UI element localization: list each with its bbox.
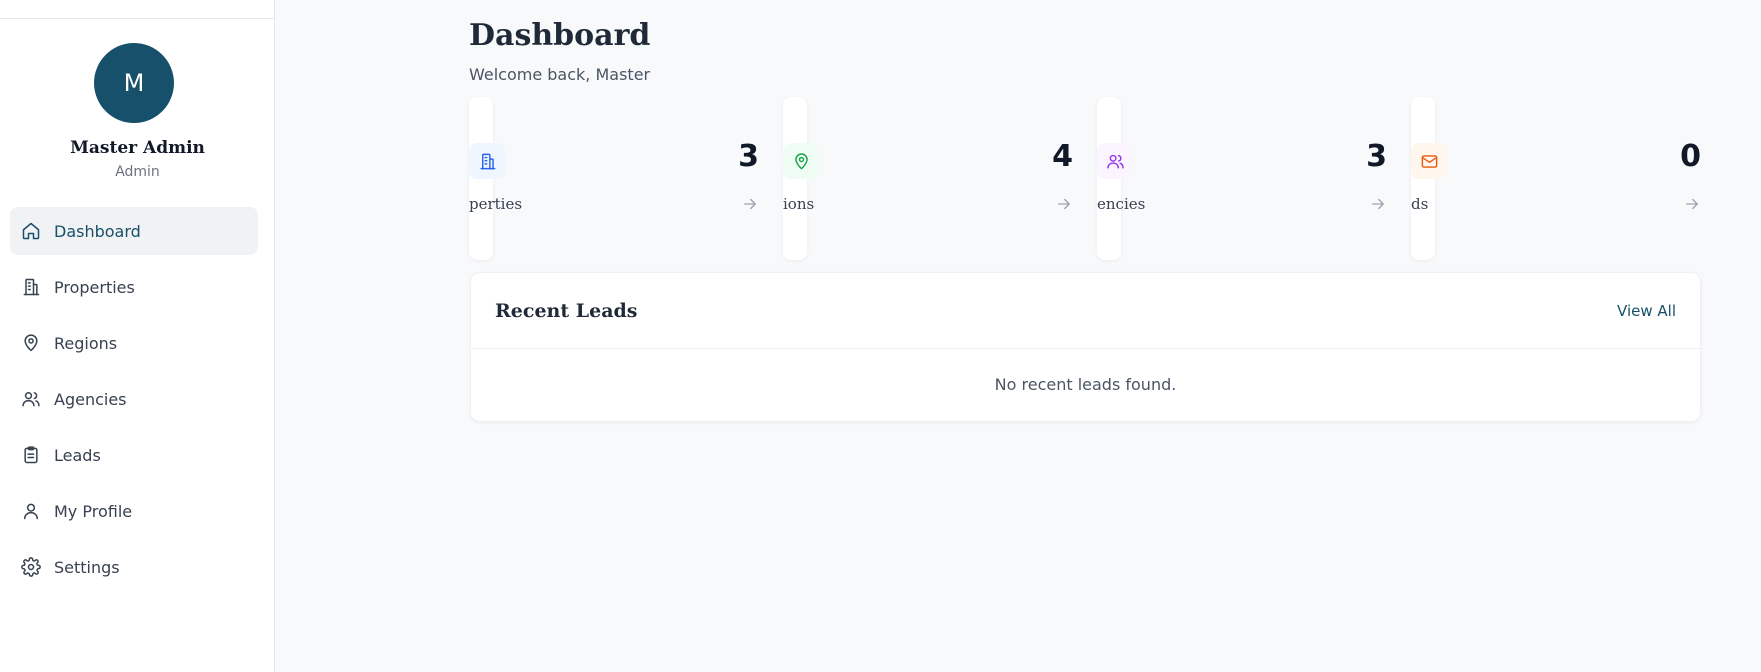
avatar[interactable]: M: [94, 43, 174, 123]
sidebar-divider: [0, 18, 275, 19]
stat-label: perties: [469, 195, 523, 213]
sidebar-item-label: Dashboard: [54, 221, 141, 241]
sidebar-item-label: My Profile: [54, 501, 133, 521]
stat-card-properties[interactable]: 3 perties: [469, 97, 759, 260]
stat-label: encies: [1097, 195, 1146, 213]
recent-leads-panel: Recent Leads View All No recent leads fo…: [470, 272, 1701, 422]
recent-leads-title: Recent Leads: [495, 299, 638, 322]
sidebar-item-label: Properties: [54, 277, 135, 297]
page-title: Dashboard: [469, 18, 651, 53]
stat-value: 3: [738, 139, 759, 174]
sidebar-item-label: Settings: [54, 557, 120, 577]
sidebar-item-regions[interactable]: Regions: [10, 319, 258, 367]
sidebar-item-dashboard[interactable]: Dashboard: [10, 207, 258, 255]
user-icon: [21, 501, 41, 521]
sidebar-item-my-profile[interactable]: My Profile: [10, 487, 258, 535]
view-all-link[interactable]: View All: [1617, 302, 1676, 320]
sidebar-item-properties[interactable]: Properties: [10, 263, 258, 311]
recent-leads-header: Recent Leads View All: [471, 273, 1700, 349]
stat-card-agencies[interactable]: 3 encies: [1097, 97, 1387, 260]
sidebar-nav: Dashboard Properties Regions Agencies Le…: [10, 207, 258, 599]
sidebar-item-label: Leads: [54, 445, 101, 465]
map-pin-icon: [783, 143, 819, 179]
empty-state-message: No recent leads found.: [994, 375, 1177, 394]
arrow-right-icon[interactable]: [1369, 195, 1387, 213]
stat-card-regions[interactable]: 4 ions: [783, 97, 1073, 260]
gear-icon: [21, 557, 41, 577]
page-subtitle: Welcome back, Master: [469, 65, 651, 84]
map-pin-icon: [21, 333, 41, 353]
profile-name: Master Admin: [70, 138, 205, 158]
sidebar-item-settings[interactable]: Settings: [10, 543, 258, 591]
stat-card-leads[interactable]: 0 ds: [1411, 97, 1701, 260]
sidebar-item-label: Agencies: [54, 389, 127, 409]
arrow-right-icon[interactable]: [1055, 195, 1073, 213]
users-icon: [1097, 143, 1133, 179]
arrow-right-icon[interactable]: [1683, 195, 1701, 213]
clipboard-icon: [21, 445, 41, 465]
profile-role: Admin: [115, 164, 160, 180]
arrow-right-icon[interactable]: [741, 195, 759, 213]
sidebar: M Master Admin Admin Dashboard Propertie…: [0, 0, 275, 672]
building-icon: [469, 143, 505, 179]
stat-label: ds: [1411, 195, 1429, 213]
stat-value: 0: [1680, 139, 1701, 174]
users-icon: [21, 389, 41, 409]
mail-icon: [1411, 143, 1447, 179]
home-icon: [21, 221, 41, 241]
sidebar-item-label: Regions: [54, 333, 118, 353]
building-icon: [21, 277, 41, 297]
sidebar-item-leads[interactable]: Leads: [10, 431, 258, 479]
stat-value: 3: [1366, 139, 1387, 174]
stat-label: ions: [783, 195, 815, 213]
stat-value: 4: [1052, 139, 1073, 174]
sidebar-item-agencies[interactable]: Agencies: [10, 375, 258, 423]
